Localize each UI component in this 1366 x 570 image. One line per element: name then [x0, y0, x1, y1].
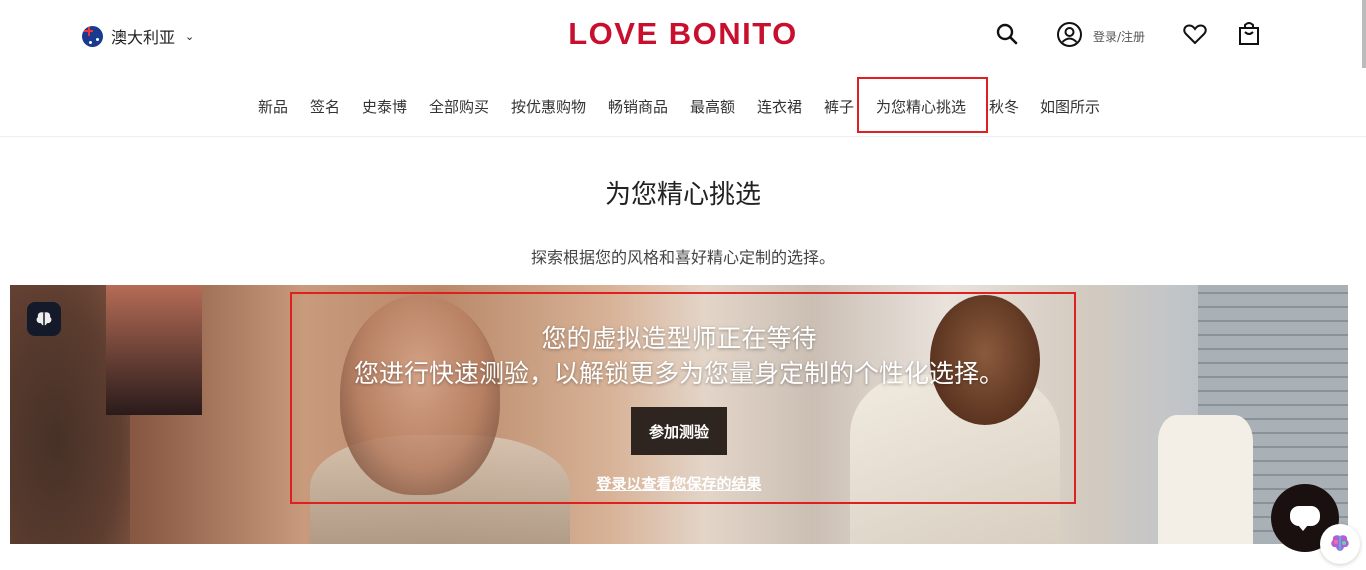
nav-item-shop-all[interactable]: 全部购买 — [429, 96, 489, 117]
nav-item-dresses[interactable]: 连衣裙 — [757, 96, 802, 117]
nav-item-autumn-winter[interactable]: 秋冬 — [989, 96, 1019, 117]
search-icon[interactable] — [995, 22, 1019, 50]
nav-item-shop-offers[interactable]: 按优惠购物 — [511, 96, 586, 117]
main-nav: 新品 签名 史泰博 全部购买 按优惠购物 畅销商品 最高额 连衣裙 裤子 为您精… — [0, 70, 1366, 137]
nav-item-signature[interactable]: 签名 — [310, 96, 340, 117]
ai-assistant-icon[interactable] — [1320, 524, 1360, 564]
highlight-box-nav — [857, 77, 988, 133]
page-subtitle: 探索根据您的风格和喜好精心定制的选择。 — [530, 248, 835, 267]
highlight-box-banner — [290, 292, 1076, 504]
nav-item-new[interactable]: 新品 — [258, 96, 288, 117]
heart-icon[interactable] — [1183, 23, 1207, 49]
nav-item-bestsellers[interactable]: 畅销商品 — [608, 96, 668, 117]
nav-item-staples[interactable]: 史泰博 — [362, 96, 407, 117]
page-scrollbar[interactable] — [1362, 0, 1366, 68]
account-icon[interactable] — [1056, 21, 1083, 52]
nav-item-pants[interactable]: 裤子 — [824, 96, 854, 117]
nav-item-as-seen[interactable]: 如图所示 — [1040, 96, 1100, 117]
nav-item-top-rated[interactable]: 最高额 — [690, 96, 735, 117]
site-header: 澳大利亚 ⌄ LOVE BONITO 登录/注册 — [0, 0, 1366, 70]
page-title: 为您精心挑选 — [604, 180, 761, 210]
login-register-link[interactable]: 登录/注册 — [1093, 28, 1145, 45]
bag-icon[interactable] — [1238, 21, 1260, 50]
